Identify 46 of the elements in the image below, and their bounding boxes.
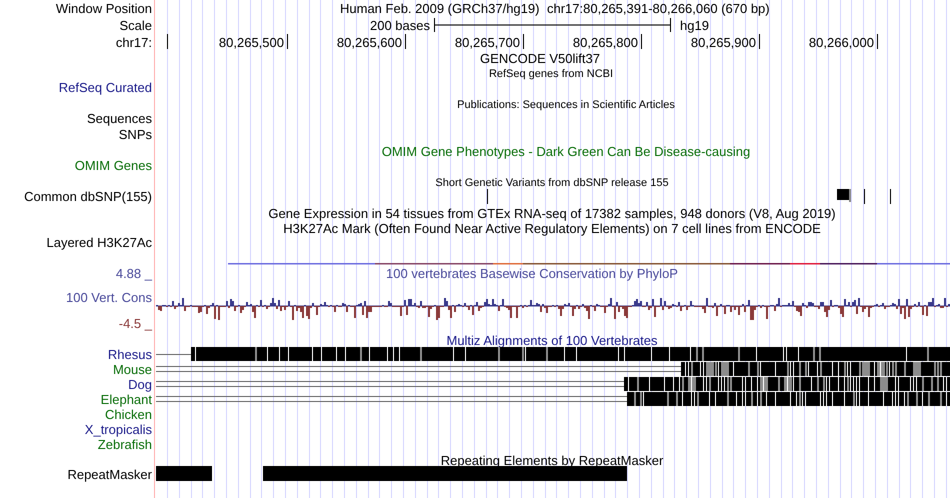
track-title: 100 vertebrates Basewise Conservation by PhyloP bbox=[386, 266, 678, 281]
ruler-label: 80,265,500 bbox=[218, 35, 284, 50]
tick-mark bbox=[641, 34, 642, 50]
species-label[interactable]: Mouse bbox=[112, 362, 152, 377]
axis-label: 4.88 _ bbox=[116, 266, 152, 281]
axis-label: -4.5 _ bbox=[118, 316, 152, 331]
tick-mark bbox=[759, 34, 760, 50]
track-title: H3K27Ac Mark (Often Found Near Active Regulatory Elements) on 7 cell lines from ENCODE bbox=[283, 221, 821, 236]
ruler-label: 80,266,000 bbox=[808, 35, 874, 50]
track-label[interactable]: Layered H3K27Ac bbox=[46, 235, 152, 250]
scale-text: 200 bases bbox=[370, 18, 430, 33]
track-label[interactable]: 100 Vert. Cons bbox=[66, 290, 152, 305]
track-label[interactable]: Window Position bbox=[56, 1, 152, 16]
track-title: Publications: Sequences in Scientific Articles bbox=[457, 99, 675, 111]
tick-mark bbox=[405, 34, 406, 50]
species-label[interactable]: Chicken bbox=[105, 407, 152, 422]
species-label[interactable]: Rhesus bbox=[108, 347, 152, 362]
ruler-label: 80,265,700 bbox=[454, 35, 520, 50]
track-title: Multiz Alignments of 100 Vertebrates bbox=[446, 333, 658, 348]
track-label[interactable]: Scale bbox=[119, 18, 152, 33]
position-text: chr17:80,265,391-80,266,060 (670 bp) bbox=[547, 1, 770, 16]
tick-mark bbox=[877, 34, 878, 50]
species-label[interactable]: Dog bbox=[128, 377, 152, 392]
track-label[interactable]: OMIM Genes bbox=[74, 158, 152, 173]
species-label[interactable]: X_tropicalis bbox=[84, 422, 152, 437]
track-label[interactable]: RefSeq Curated bbox=[58, 80, 152, 95]
tick-mark bbox=[287, 34, 288, 50]
species-label[interactable]: Zebrafish bbox=[98, 437, 152, 452]
assembly-text: Human Feb. 2009 (GRCh37/hg19) bbox=[340, 1, 540, 16]
track-label[interactable]: RepeatMasker bbox=[67, 467, 152, 482]
track-title: Gene Expression in 54 tissues from GTEx RNA-seq of 17382 samples, 948 donors (V8, Aug 2019) bbox=[268, 206, 836, 221]
species-label[interactable]: Elephant bbox=[100, 392, 152, 407]
track-title: GENCODE V50lift37 bbox=[480, 51, 600, 66]
track-label[interactable]: Sequences bbox=[86, 111, 152, 126]
ruler-label: 80,265,900 bbox=[690, 35, 756, 50]
track-title: RefSeq genes from NCBI bbox=[488, 68, 614, 80]
ruler-label: 80,265,600 bbox=[336, 35, 402, 50]
track-label[interactable]: SNPs bbox=[118, 127, 152, 142]
ruler-label: 80,265,800 bbox=[572, 35, 638, 50]
track-title: OMIM Gene Phenotypes - Dark Green Can Be Disease-causing bbox=[382, 144, 750, 159]
track-label[interactable]: Common dbSNP(155) bbox=[24, 189, 152, 204]
tick-mark bbox=[167, 34, 168, 50]
tick-mark bbox=[523, 34, 524, 50]
assembly-label: hg19 bbox=[680, 18, 709, 33]
track-label[interactable]: chr17: bbox=[116, 35, 152, 50]
track-title: Short Genetic Variants from dbSNP release 155 bbox=[435, 177, 669, 189]
